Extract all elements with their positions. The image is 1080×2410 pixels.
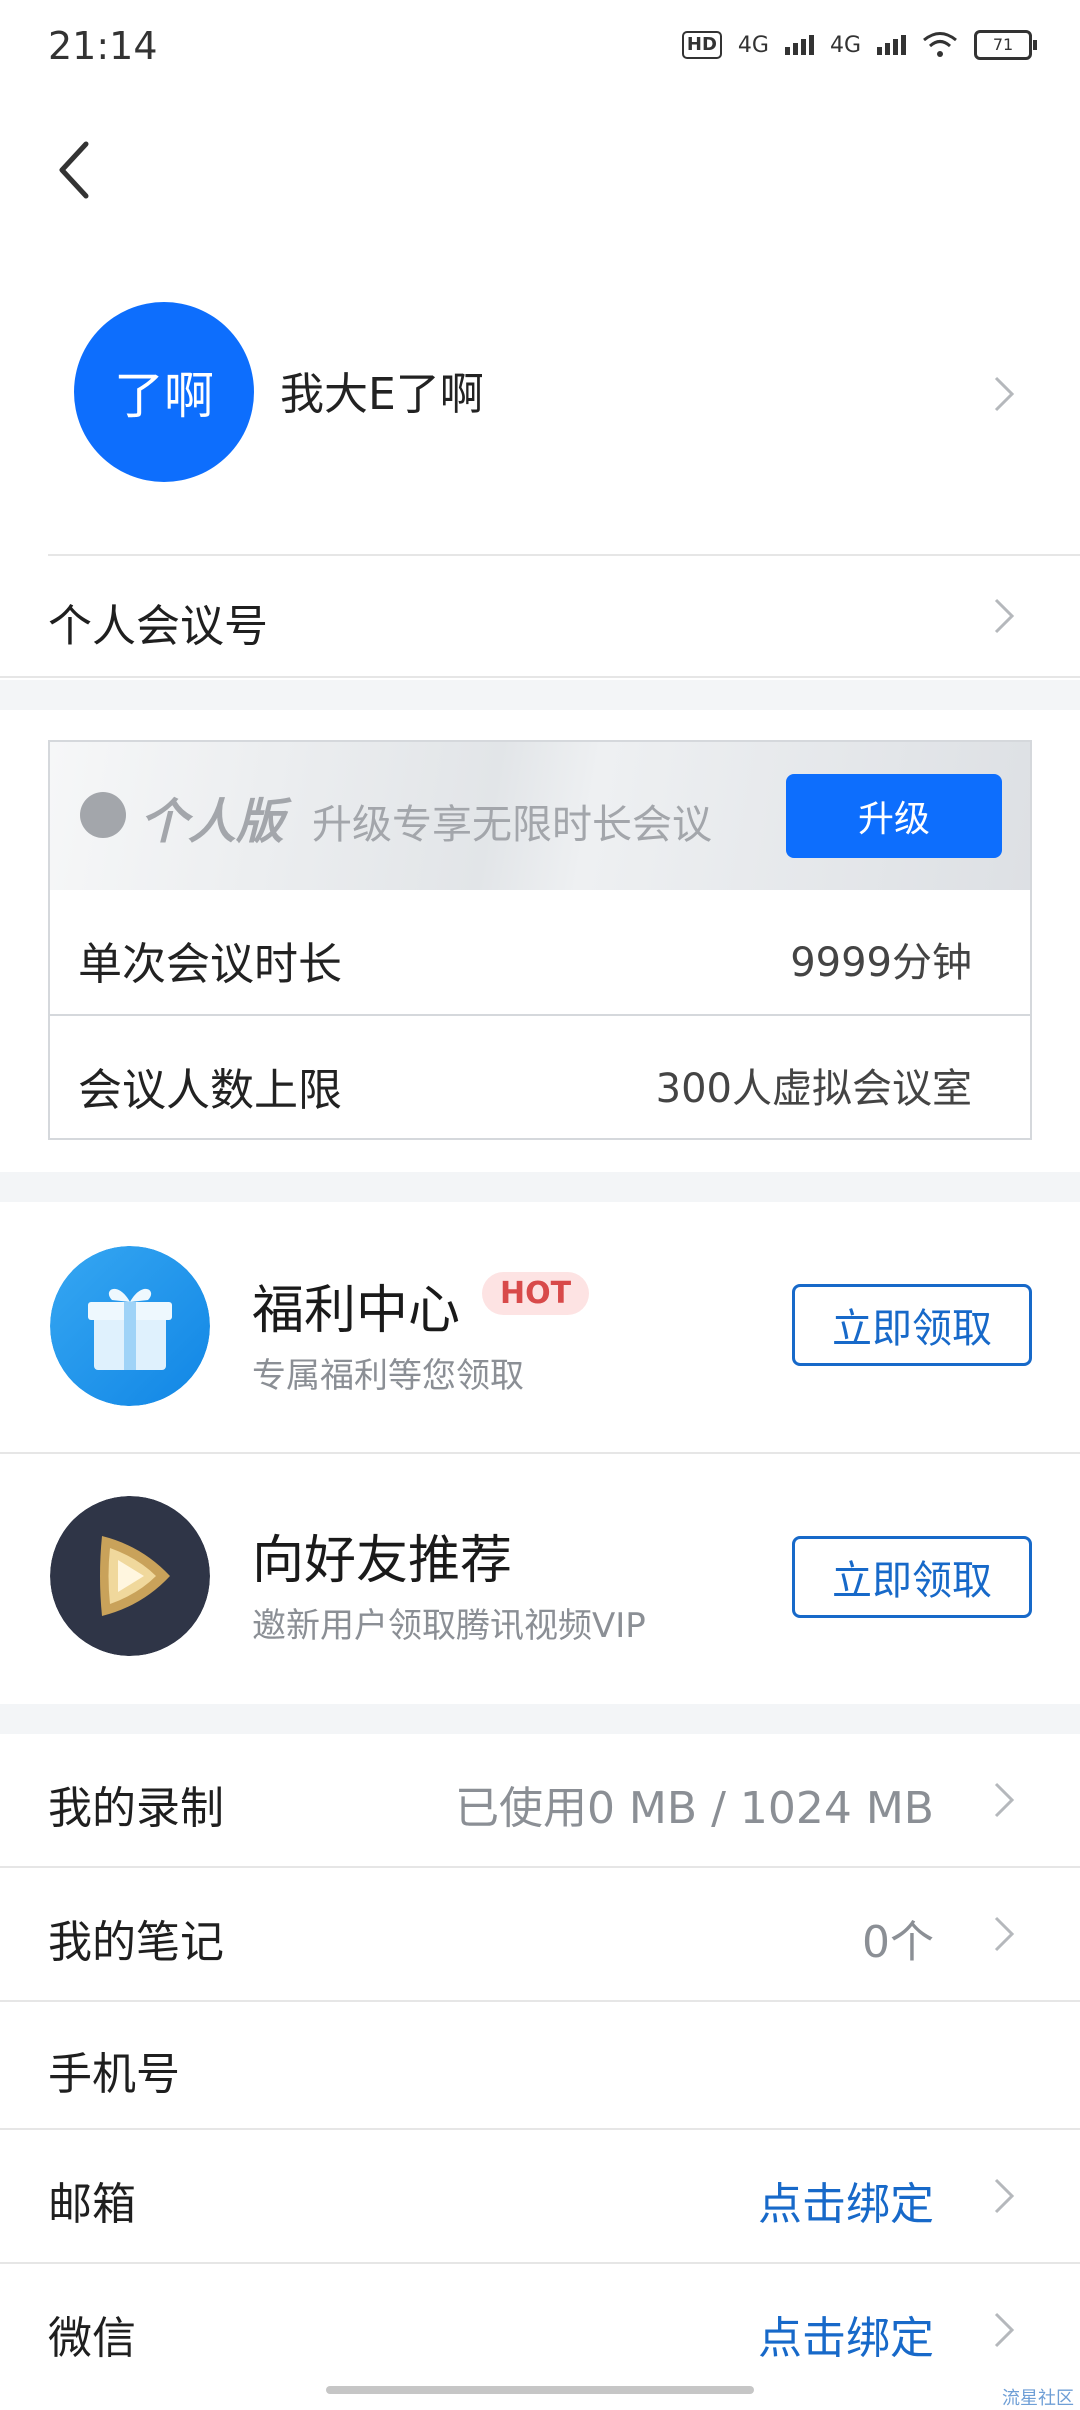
promo-subtitle: 邀新用户领取腾讯视频VIP	[252, 1606, 646, 1646]
list-row-label: 微信	[48, 2313, 136, 2364]
watermark: 流星社区	[1002, 2388, 1074, 2409]
list-row-email[interactable]: 邮箱 点击绑定	[0, 2130, 1080, 2262]
signal-icon	[784, 35, 814, 55]
plan-subtitle: 升级专享无限时长会议	[312, 802, 712, 848]
list-row-label: 我的笔记	[48, 1917, 224, 1968]
wifi-icon	[923, 32, 957, 57]
claim-button[interactable]: 立即领取	[792, 1284, 1032, 1366]
section-gap	[0, 1704, 1080, 1734]
network-4g-1: 4G	[737, 32, 769, 58]
chevron-right-icon	[994, 2178, 1015, 2214]
plan-row-duration: 单次会议时长 9999分钟	[50, 890, 1030, 1014]
battery-icon: 71	[974, 30, 1037, 60]
profile-row[interactable]: 了啊 我大E了啊	[0, 280, 1080, 510]
plan-row-value: 300人虚拟会议室	[655, 1066, 972, 1112]
home-indicator[interactable]	[326, 2386, 754, 2394]
status-bar: 21:14 HD 4G 4G 71	[0, 0, 1080, 100]
section-gap	[0, 1172, 1080, 1202]
personal-meeting-row[interactable]: 个人会议号	[0, 556, 1080, 676]
signal-icon-2	[877, 35, 906, 55]
plan-row-label: 单次会议时长	[78, 939, 342, 990]
divider	[0, 676, 1080, 678]
plan-card-header: 个人版 升级专享无限时长会议 升级	[50, 742, 1030, 890]
list-row-recordings[interactable]: 我的录制 已使用0 MB / 1024 MB	[0, 1734, 1080, 1866]
chevron-right-icon	[994, 1916, 1015, 1952]
list-row-label: 手机号	[48, 2049, 180, 2100]
hd-icon: HD	[681, 31, 722, 59]
chevron-right-icon	[994, 1782, 1015, 1818]
bind-email-link[interactable]: 点击绑定	[758, 2168, 934, 2232]
avatar: 了啊	[74, 302, 254, 482]
bind-wechat-link[interactable]: 点击绑定	[758, 2302, 934, 2366]
promo-welfare-center[interactable]: 福利中心 HOT 专属福利等您领取 立即领取	[0, 1202, 1080, 1452]
list-row-label: 我的录制	[48, 1783, 224, 1834]
promo-subtitle: 专属福利等您领取	[252, 1356, 524, 1396]
plan-row-value: 9999分钟	[790, 940, 972, 986]
notes-count: 0个	[862, 1917, 934, 1968]
status-time: 21:14	[48, 24, 158, 68]
nickname: 我大E了啊	[280, 369, 484, 420]
upgrade-button[interactable]: 升级	[786, 774, 1002, 858]
recording-usage: 已使用0 MB / 1024 MB	[454, 1783, 934, 1834]
list-row-phone[interactable]: 手机号	[0, 2002, 1080, 2128]
promo-title: 向好友推荐	[252, 1531, 513, 1591]
list-row-notes[interactable]: 我的笔记 0个	[0, 1868, 1080, 2000]
plan-card: 个人版 升级专享无限时长会议 升级 单次会议时长 9999分钟 会议人数上限 3…	[48, 740, 1032, 1140]
section-gap	[0, 680, 1080, 710]
plan-title: 个人版	[140, 794, 285, 850]
list-row-wechat[interactable]: 微信 点击绑定	[0, 2264, 1080, 2394]
status-icons: HD 4G 4G 71	[681, 30, 1037, 60]
personal-meeting-label: 个人会议号	[48, 601, 268, 652]
chevron-right-icon	[994, 598, 1015, 634]
back-arrow-icon[interactable]	[48, 130, 98, 210]
plan-row-label: 会议人数上限	[78, 1065, 342, 1116]
plan-row-participants: 会议人数上限 300人虚拟会议室	[50, 1016, 1030, 1140]
video-play-icon	[50, 1496, 210, 1656]
promo-title: 福利中心	[252, 1281, 461, 1341]
promo-recommend-friend[interactable]: 向好友推荐 邀新用户领取腾讯视频VIP 立即领取	[0, 1454, 1080, 1704]
network-4g-2: 4G	[829, 32, 861, 58]
hot-badge: HOT	[482, 1272, 590, 1315]
claim-button[interactable]: 立即领取	[792, 1536, 1032, 1618]
chevron-right-icon	[994, 376, 1015, 412]
gift-icon	[50, 1246, 210, 1406]
user-icon	[80, 792, 126, 838]
list-row-label: 邮箱	[48, 2179, 136, 2230]
chevron-right-icon	[994, 2312, 1015, 2348]
